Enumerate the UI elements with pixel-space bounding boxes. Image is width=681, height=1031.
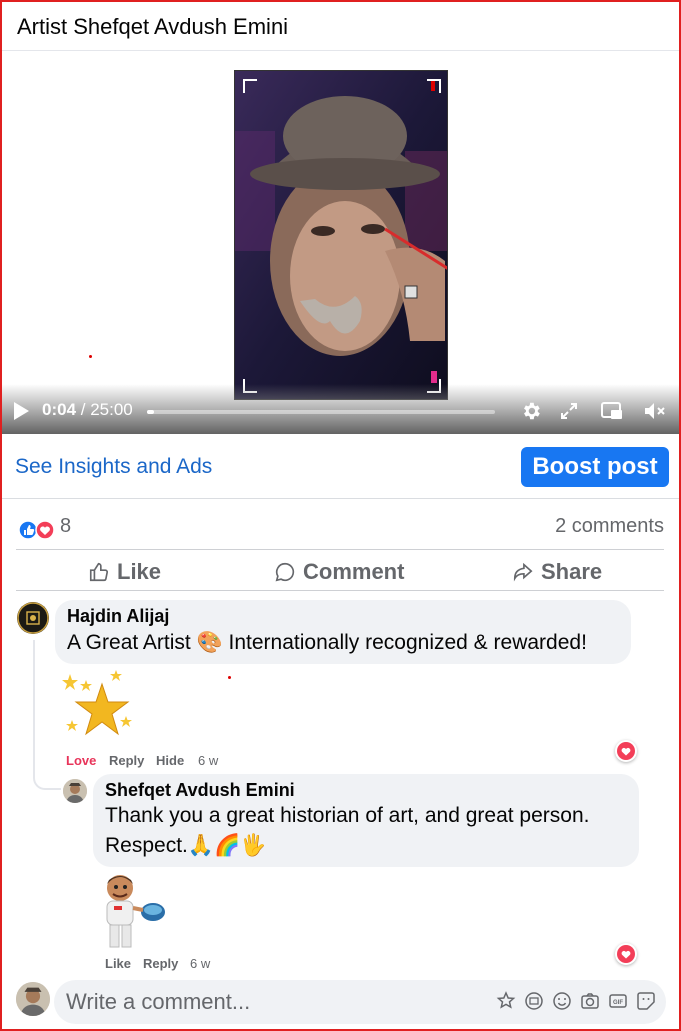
quran-emblem-icon (17, 602, 49, 634)
mute-icon[interactable] (643, 400, 667, 422)
video-controls: 0:04 / 25:00 (2, 384, 679, 434)
boost-post-button[interactable]: Boost post (521, 447, 669, 487)
heart-icon (617, 945, 635, 963)
commenter-avatar[interactable] (17, 602, 49, 634)
post-title: Artist Shefqet Avdush Emini (17, 14, 289, 39)
stray-dot (228, 676, 231, 679)
reply-reaction-badge[interactable] (615, 943, 637, 965)
video-progress-bar[interactable] (147, 410, 495, 414)
video-thumbnail[interactable] (234, 70, 448, 400)
share-label: Share (541, 559, 603, 584)
reply-time[interactable]: 6 w (190, 956, 210, 971)
insights-bar: See Insights and Ads Boost post (2, 434, 679, 499)
post-actions: Like Comment Share (16, 551, 664, 591)
video-time: 0:04 / 25:00 (42, 400, 133, 420)
chef-sticker[interactable] (98, 870, 168, 952)
emoji-icon[interactable] (552, 991, 572, 1011)
sticker-icon[interactable] (636, 991, 656, 1011)
comment-reaction-badge[interactable] (615, 740, 637, 762)
current-time: 0:04 (42, 400, 77, 419)
person-avatar-icon (63, 779, 87, 803)
comments-count[interactable]: 2 comments (555, 515, 664, 538)
see-insights-link[interactable]: See Insights and Ads (15, 455, 212, 479)
reply-bubble: Shefqet Avdush Emini Thank you a great h… (93, 774, 639, 867)
like-button[interactable]: Like (88, 559, 161, 585)
reply-author-avatar[interactable] (63, 779, 87, 803)
video-frame-image (235, 71, 447, 399)
stray-dot (89, 355, 92, 358)
share-arrow-icon (513, 562, 533, 582)
reaction-count[interactable]: 8 (60, 515, 71, 538)
current-user-avatar[interactable] (16, 982, 50, 1016)
comment-time[interactable]: 6 w (198, 753, 218, 768)
composer-tools: GIF (496, 991, 656, 1011)
reply-text-line2: Respect.🙏🌈🖐 (105, 834, 267, 857)
comment-bubble: Hajdin Alijaj A Great Artist 🎨 Internati… (55, 600, 631, 664)
like-link[interactable]: Like (105, 956, 131, 971)
hide-link[interactable]: Hide (156, 753, 184, 768)
reply-text-line1: Thank you a great historian of art, and … (105, 804, 590, 827)
reply-link[interactable]: Reply (109, 753, 144, 768)
post-header: Artist Shefqet Avdush Emini (2, 2, 679, 51)
video-progress-fill (147, 410, 154, 414)
share-button[interactable]: Share (512, 559, 602, 585)
play-icon[interactable] (14, 402, 29, 420)
thumbs-up-icon (89, 562, 108, 582)
comment-button[interactable]: Comment (274, 559, 404, 585)
reaction-icons[interactable] (18, 520, 58, 540)
gif-icon[interactable]: GIF (608, 991, 628, 1011)
comment-author[interactable]: Hajdin Alijaj (67, 606, 169, 627)
gear-icon[interactable] (520, 400, 542, 422)
fullscreen-icon[interactable] (559, 401, 579, 421)
camera-icon[interactable] (580, 991, 600, 1011)
comment-text: A Great Artist 🎨 Internationally recogni… (67, 631, 587, 654)
heart-icon (617, 742, 635, 760)
person-avatar-icon (16, 982, 50, 1016)
reply-thread-line (33, 640, 61, 790)
video-player[interactable]: 0:04 / 25:00 (2, 52, 679, 434)
avatar-sticker-icon[interactable] (496, 991, 516, 1011)
time-separator: / (76, 400, 91, 419)
comment-label: Comment (303, 559, 405, 584)
reply-link[interactable]: Reply (143, 956, 178, 971)
svg-text:GIF: GIF (613, 1000, 623, 1006)
comment-input[interactable] (66, 988, 486, 1016)
reply-author[interactable]: Shefqet Avdush Emini (105, 780, 295, 801)
reactions-summary: 8 2 comments (16, 512, 664, 550)
like-label: Like (117, 559, 162, 584)
love-reaction-link[interactable]: Love (66, 753, 96, 768)
comment-bubble-icon (275, 562, 295, 582)
comment-composer[interactable]: GIF (54, 980, 666, 1024)
video-duration: 25:00 (90, 400, 133, 419)
picture-in-picture-icon[interactable] (600, 401, 624, 421)
comment-sticker-icon[interactable] (524, 991, 544, 1011)
stars-sticker[interactable] (58, 668, 138, 748)
